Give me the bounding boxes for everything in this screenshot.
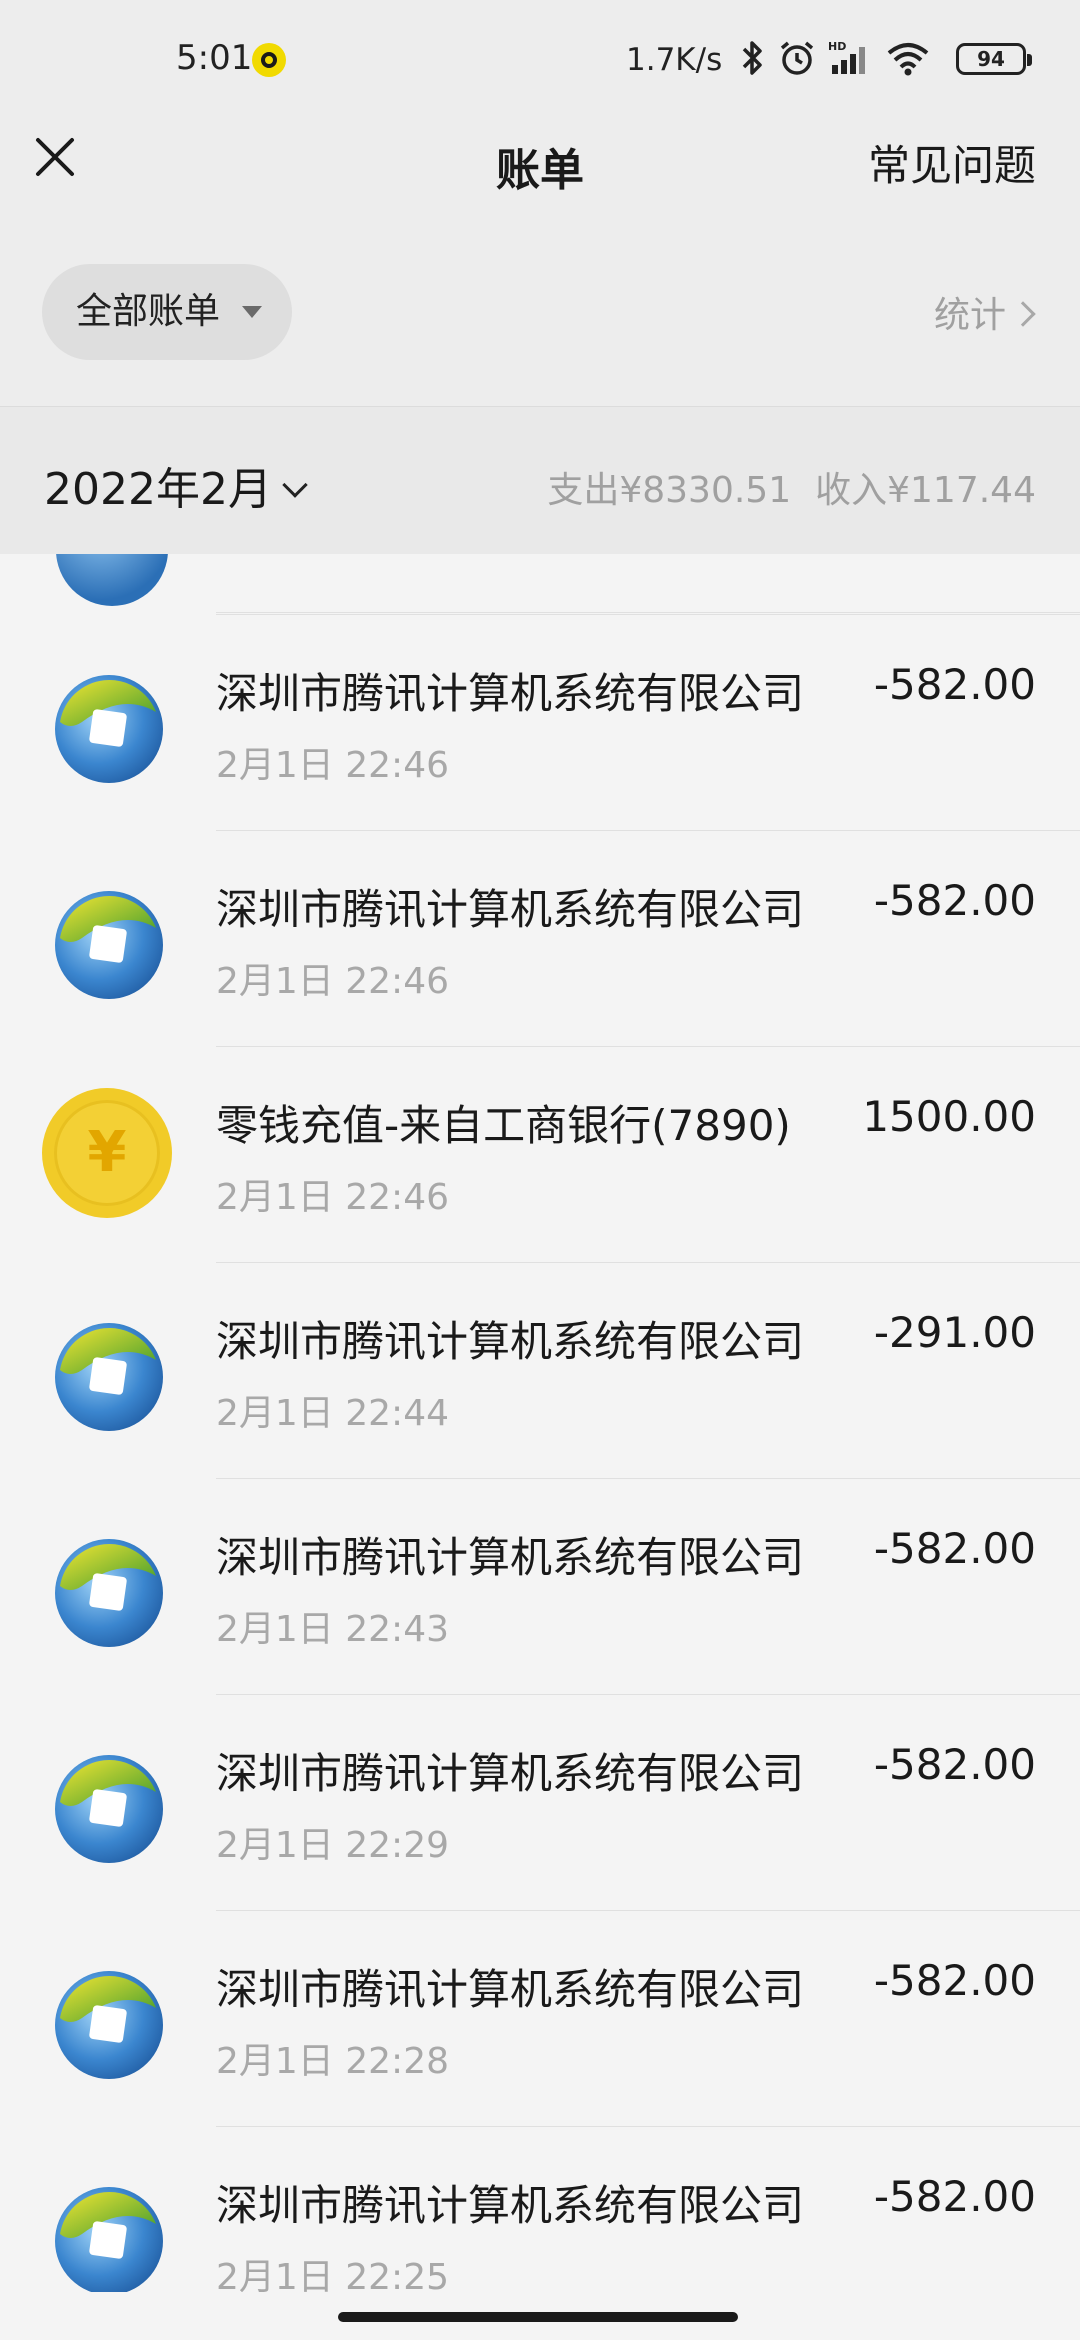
- transaction-title: 深圳市腾讯计算机系统有限公司: [216, 885, 805, 934]
- transaction-title: 零钱充值-来自工商银行(7890): [216, 1101, 791, 1150]
- header: 账单 常见问题: [0, 120, 1080, 230]
- divider: [216, 2126, 1080, 2127]
- transaction-time: 2月1日 22:44: [216, 1393, 449, 1434]
- tencent-icon: [55, 1755, 163, 1863]
- transaction-amount: -291.00: [873, 1308, 1036, 1357]
- transaction-time: 2月1日 22:29: [216, 1825, 449, 1866]
- tencent-icon: [55, 1323, 163, 1431]
- transaction-time: 2月1日 22:46: [216, 961, 449, 1002]
- transaction-title: 深圳市腾讯计算机系统有限公司: [216, 1749, 805, 1798]
- yuan-symbol: ¥: [54, 1100, 160, 1206]
- tencent-icon: [55, 2187, 163, 2292]
- divider: [216, 612, 1080, 613]
- transaction-row[interactable]: 深圳市腾讯计算机系统有限公司 2月1日 22:25 -582.00: [0, 2126, 1080, 2292]
- transaction-time: 2月1日 22:25: [216, 2257, 449, 2292]
- transaction-title: 深圳市腾讯计算机系统有限公司: [216, 1965, 805, 2014]
- status-bar: 5:01 1.7K/s HD 94: [0, 0, 1080, 120]
- transaction-row[interactable]: 深圳市腾讯计算机系统有限公司 2月1日 22:29 -582.00: [0, 1694, 1080, 1910]
- expense-total: 支出¥8330.51: [547, 470, 792, 511]
- status-icons: HD: [738, 38, 930, 78]
- income-total: 收入¥117.44: [815, 470, 1036, 511]
- network-speed: 1.7K/s: [626, 42, 723, 78]
- transaction-title: 深圳市腾讯计算机系统有限公司: [216, 1317, 805, 1366]
- faq-link[interactable]: 常见问题: [868, 132, 1036, 193]
- hd-signal-icon: HD: [828, 40, 865, 74]
- chevron-down-icon: [282, 472, 308, 498]
- divider: [216, 1910, 1080, 1911]
- svg-text:HD: HD: [828, 40, 846, 53]
- divider: [216, 614, 1080, 615]
- transaction-time: 2月1日 22:43: [216, 1609, 449, 1650]
- gesture-bar-area: [0, 2292, 1080, 2340]
- transaction-time: 2月1日 22:46: [216, 745, 449, 786]
- stats-link[interactable]: 统计: [933, 286, 1036, 338]
- transaction-time: 2月1日 22:28: [216, 2041, 449, 2082]
- tencent-icon: [56, 554, 168, 606]
- divider: [216, 1262, 1080, 1263]
- transaction-row[interactable]: 深圳市腾讯计算机系统有限公司 2月1日 22:28 -582.00: [0, 1910, 1080, 2126]
- alarm-icon: [780, 41, 814, 75]
- tencent-icon: [55, 1971, 163, 2079]
- wifi-icon: [887, 43, 929, 76]
- transaction-title: 深圳市腾讯计算机系统有限公司: [216, 1533, 805, 1582]
- home-indicator[interactable]: [338, 2312, 738, 2322]
- month-summary-bar: 2022年2月 支出¥8330.51 收入¥117.44: [0, 406, 1080, 554]
- transaction-list[interactable]: 深圳市腾讯计算机系统有限公司 2月1日 22:46 -582.00 深圳市腾讯计算机系…: [0, 554, 1080, 2292]
- bill-filter-dropdown[interactable]: 全部账单: [42, 264, 292, 360]
- bill-filter-label: 全部账单: [76, 291, 221, 332]
- transaction-amount: 1500.00: [862, 1092, 1036, 1141]
- transaction-amount: -582.00: [873, 2172, 1036, 2221]
- battery-icon: 94: [956, 43, 1032, 75]
- transaction-title: 深圳市腾讯计算机系统有限公司: [216, 669, 805, 718]
- transaction-title: 深圳市腾讯计算机系统有限公司: [216, 2181, 805, 2230]
- tencent-icon: [55, 675, 163, 783]
- month-totals: 支出¥8330.51 收入¥117.44: [523, 461, 1036, 513]
- divider: [216, 1046, 1080, 1047]
- tencent-icon: [55, 891, 163, 999]
- notification-dot-icon: [252, 43, 286, 77]
- divider: [216, 830, 1080, 831]
- status-time: 5:01: [176, 38, 253, 78]
- tencent-icon: [55, 1539, 163, 1647]
- transaction-row[interactable]: 深圳市腾讯计算机系统有限公司 2月1日 22:46 -582.00: [0, 614, 1080, 830]
- transaction-amount: -582.00: [873, 1524, 1036, 1573]
- chevron-right-icon: [1010, 301, 1036, 327]
- transaction-row[interactable]: 深圳市腾讯计算机系统有限公司 2月1日 22:46 -582.00: [0, 830, 1080, 1046]
- divider: [216, 1478, 1080, 1479]
- caret-down-icon: [242, 306, 262, 318]
- transaction-amount: -582.00: [873, 1740, 1036, 1789]
- transaction-amount: -582.00: [873, 660, 1036, 709]
- list-item-partial: [0, 554, 1080, 614]
- month-label: 2022年2月: [44, 464, 272, 515]
- stats-label: 统计: [933, 295, 1006, 336]
- filter-bar: 全部账单 统计: [0, 230, 1080, 406]
- transaction-amount: -582.00: [873, 1956, 1036, 2005]
- transaction-row[interactable]: 深圳市腾讯计算机系统有限公司 2月1日 22:43 -582.00: [0, 1478, 1080, 1694]
- month-selector[interactable]: 2022年2月: [44, 453, 308, 517]
- divider: [216, 1694, 1080, 1695]
- transaction-amount: -582.00: [873, 876, 1036, 925]
- transaction-time: 2月1日 22:46: [216, 1177, 449, 1218]
- coin-icon: ¥: [42, 1088, 172, 1218]
- bluetooth-icon: [742, 41, 762, 75]
- transaction-row[interactable]: 深圳市腾讯计算机系统有限公司 2月1日 22:44 -291.00: [0, 1262, 1080, 1478]
- transaction-row[interactable]: ¥ 零钱充值-来自工商银行(7890) 2月1日 22:46 1500.00: [0, 1046, 1080, 1262]
